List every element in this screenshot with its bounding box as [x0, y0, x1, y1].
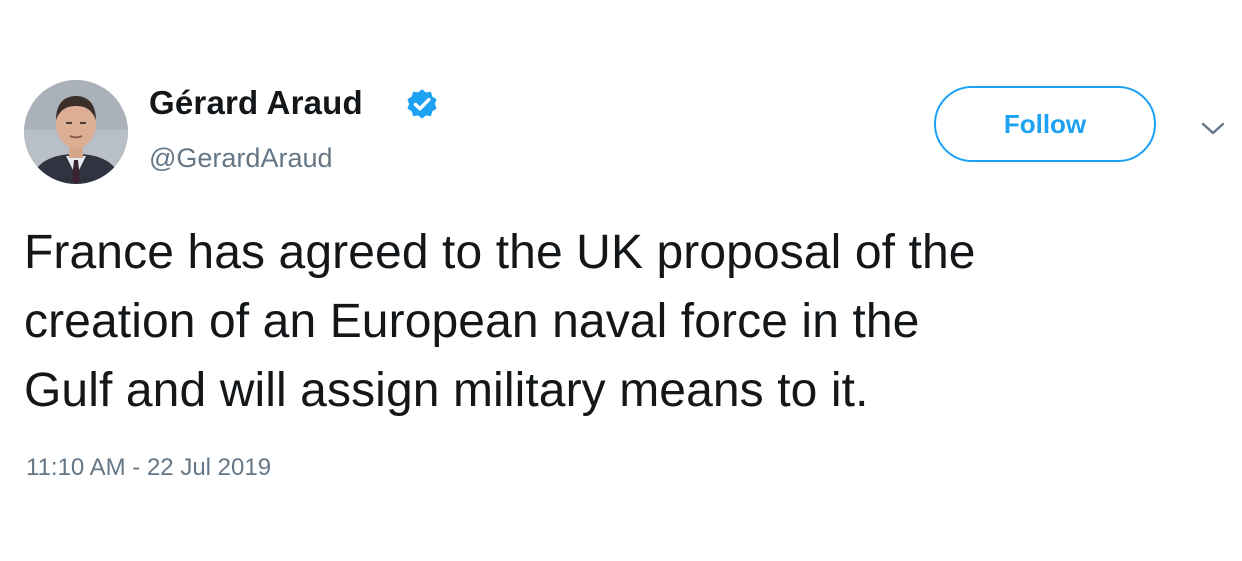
user-handle[interactable]: @GerardAraud: [149, 140, 333, 176]
tweet-card: Gérard Araud @GerardAraud Follow France …: [0, 0, 1242, 561]
tweet-timestamp[interactable]: 11:10 AM - 22 Jul 2019: [26, 452, 271, 484]
follow-button[interactable]: Follow: [934, 86, 1156, 162]
chevron-down-icon[interactable]: [1198, 116, 1228, 140]
profile-photo-icon: [24, 80, 128, 184]
avatar[interactable]: [24, 80, 128, 184]
verified-badge-icon: [407, 89, 437, 119]
display-name[interactable]: Gérard Araud: [149, 82, 363, 124]
tweet-text: France has agreed to the UK proposal of …: [24, 218, 1224, 425]
tweet-text-line: creation of an European naval force in t…: [24, 295, 920, 348]
tweet-text-line: France has agreed to the UK proposal of …: [24, 226, 976, 279]
tweet-text-line: Gulf and will assign military means to i…: [24, 364, 869, 417]
